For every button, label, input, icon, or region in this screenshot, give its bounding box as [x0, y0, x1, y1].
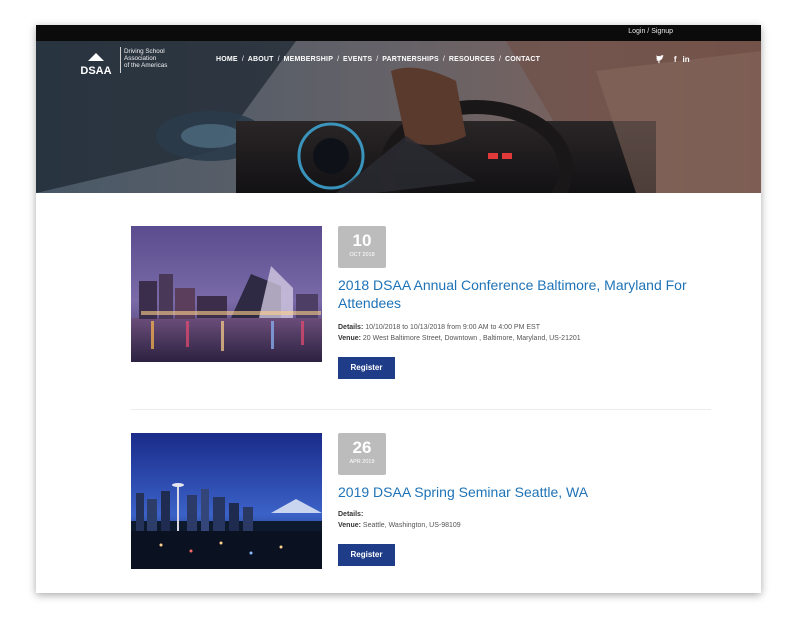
top-bar: Login / Signup	[36, 25, 761, 41]
event-day: 26	[352, 438, 372, 457]
event-date-badge: 10 OCT 2018	[338, 226, 386, 268]
details-row: Details:	[338, 509, 708, 520]
nav-membership[interactable]: MEMBERSHIP	[284, 56, 333, 63]
nav-home[interactable]: HOME	[216, 56, 238, 63]
event-title-link[interactable]: 2019 DSAA Spring Seminar Seattle, WA	[338, 483, 708, 501]
logo-mark: DSAA	[80, 53, 112, 77]
hero-banner: DSAA Driving School Association of the A…	[36, 41, 761, 193]
nav-contact[interactable]: CONTACT	[505, 56, 540, 63]
details-label: Details:	[338, 324, 364, 331]
event-image-baltimore[interactable]	[131, 226, 322, 362]
register-button[interactable]: Register	[338, 357, 395, 379]
event-month: OCT 2018	[349, 252, 375, 258]
event-title-link[interactable]: 2018 DSAA Annual Conference Baltimore, M…	[338, 276, 708, 312]
nav-separator: /	[442, 56, 445, 63]
details-row: Details: 10/10/2018 to 10/13/2018 from 9…	[338, 322, 708, 333]
nav-resources[interactable]: RESOURCES	[449, 56, 495, 63]
event-card: 26 APR 2019 2019 DSAA Spring Seminar Sea…	[131, 433, 711, 593]
logo-tagline-line-1: Driving School	[124, 48, 165, 55]
logo-tagline-line-3: of the Americas	[124, 62, 168, 69]
linkedin-icon[interactable]: in	[683, 55, 690, 64]
event-divider	[131, 409, 711, 410]
facebook-icon[interactable]: f	[674, 55, 677, 64]
nav-separator: /	[337, 56, 340, 63]
event-card: 10 OCT 2018 2018 DSAA Annual Conference …	[131, 226, 711, 391]
logo-tagline: Driving School Association of the Americ…	[124, 48, 167, 69]
event-image-seattle[interactable]	[131, 433, 322, 569]
venue-label: Venue:	[338, 522, 361, 529]
nav-separator: /	[499, 56, 501, 63]
nav-about[interactable]: ABOUT	[248, 56, 274, 63]
details-value: 10/10/2018 to 10/13/2018 from 9:00 AM to…	[365, 324, 540, 331]
login-signup-link[interactable]: Login / Signup	[628, 28, 673, 35]
nav-separator: /	[277, 56, 280, 63]
nav-separator: /	[376, 56, 379, 63]
svg-text:DSAA: DSAA	[80, 65, 111, 77]
venue-label: Venue:	[338, 335, 361, 342]
venue-value: Seattle, Washington, US-98109	[362, 522, 461, 529]
nav-separator: /	[241, 56, 244, 63]
browser-page: Login / Signup DSAA Driving School Assoc…	[36, 25, 761, 593]
nav-events[interactable]: EVENTS	[343, 56, 372, 63]
venue-row: Venue: Seattle, Washington, US-98109	[338, 520, 708, 531]
venue-row: Venue: 20 West Baltimore Street, Downtow…	[338, 333, 708, 344]
event-details: Details: Venue: Seattle, Washington, US-…	[338, 509, 708, 531]
main-nav: HOME / ABOUT / MEMBERSHIP / EVENTS / PAR…	[216, 56, 540, 63]
event-day: 10	[352, 231, 372, 250]
event-details: Details: 10/10/2018 to 10/13/2018 from 9…	[338, 322, 708, 344]
details-label: Details:	[338, 511, 364, 518]
logo-tagline-line-2: Association	[124, 55, 157, 62]
nav-partnerships[interactable]: PARTNERSHIPS	[382, 56, 439, 63]
register-button[interactable]: Register	[338, 544, 395, 566]
venue-value: 20 West Baltimore Street, Downtown , Bal…	[362, 335, 581, 342]
social-links: ⚲ f in	[656, 55, 690, 64]
logo-divider	[120, 47, 121, 73]
event-date-badge: 26 APR 2019	[338, 433, 386, 475]
event-month: APR 2019	[349, 459, 375, 465]
